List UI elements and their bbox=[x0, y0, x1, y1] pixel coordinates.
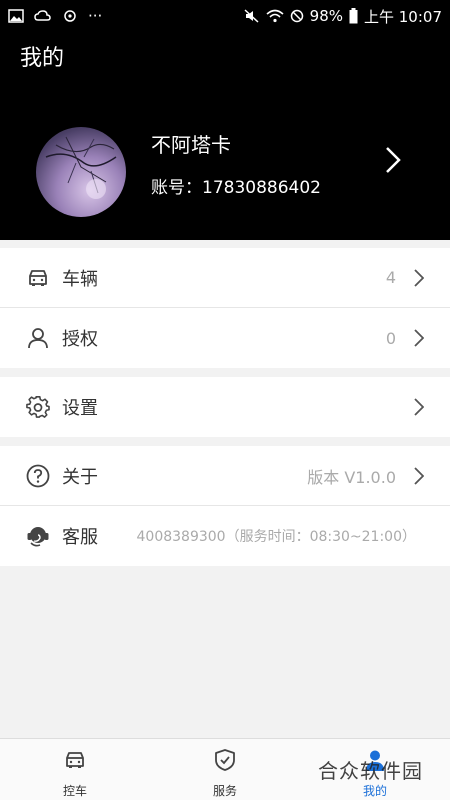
menu-item-settings[interactable]: 设置 bbox=[0, 377, 450, 437]
gear-icon bbox=[26, 395, 50, 419]
section-settings: 设置 bbox=[0, 377, 450, 437]
menu-item-about[interactable]: 关于 版本 V1.0.0 bbox=[0, 446, 450, 506]
car-icon bbox=[26, 266, 50, 290]
vehicle-count: 4 bbox=[385, 268, 396, 287]
status-more-dots: ··· bbox=[88, 7, 103, 25]
service-hotline: 4008389300（服务时间：08:30~21:00） bbox=[136, 529, 417, 545]
menu-item-label: 关于 bbox=[62, 466, 98, 488]
battery-percent: 98% bbox=[309, 7, 343, 25]
section-info: 关于 版本 V1.0.0 客服 4008389300（服务时间：08:30~21… bbox=[0, 446, 450, 566]
watermark: 合众软件园 bbox=[318, 759, 423, 783]
no-signal-icon bbox=[290, 9, 304, 23]
tab-label: 服务 bbox=[212, 784, 237, 798]
headset-icon bbox=[26, 524, 50, 548]
battery-icon bbox=[349, 8, 358, 24]
user-name: 不阿塔卡 bbox=[151, 133, 231, 157]
status-right: 98% 上午 10:07 bbox=[244, 6, 442, 27]
avatar[interactable] bbox=[36, 127, 126, 217]
status-bar: ··· 98% 上午 10:07 bbox=[0, 0, 450, 32]
status-left: ··· bbox=[8, 7, 102, 25]
car-icon bbox=[63, 748, 87, 772]
chevron-right-icon[interactable] bbox=[385, 146, 401, 178]
clock: 上午 10:07 bbox=[364, 7, 442, 26]
chevron-right-icon bbox=[414, 398, 425, 420]
mute-icon bbox=[244, 9, 260, 23]
app-version: 版本 V1.0.0 bbox=[307, 467, 396, 487]
app-notification-icon bbox=[62, 9, 78, 23]
menu-item-label: 授权 bbox=[62, 329, 98, 350]
user-icon bbox=[26, 326, 50, 350]
menu-item-vehicles[interactable]: 车辆 4 bbox=[0, 248, 450, 308]
menu-item-customer-service[interactable]: 客服 4008389300（服务时间：08:30~21:00） bbox=[0, 506, 450, 566]
tab-services[interactable]: 服务 bbox=[150, 739, 300, 800]
weather-icon bbox=[34, 9, 52, 23]
menu-item-label: 设置 bbox=[62, 398, 98, 419]
menu-item-label: 车辆 bbox=[62, 268, 98, 290]
gallery-icon bbox=[8, 9, 24, 23]
chevron-right-icon bbox=[414, 269, 425, 291]
tab-label: 控车 bbox=[62, 784, 87, 798]
page-title: 我的 bbox=[20, 46, 65, 71]
wifi-icon bbox=[266, 9, 284, 23]
menu-item-authorization[interactable]: 授权 0 bbox=[0, 308, 450, 368]
chevron-right-icon bbox=[414, 467, 425, 489]
profile-header[interactable]: 我的 不阿塔卡 账号：17830886402 bbox=[0, 32, 450, 240]
authorization-count: 0 bbox=[385, 328, 396, 348]
menu-item-label: 客服 bbox=[62, 527, 98, 548]
question-icon bbox=[26, 464, 50, 488]
tab-label: 我的 bbox=[362, 784, 387, 798]
section-account-items: 车辆 4 授权 0 bbox=[0, 248, 450, 368]
user-account: 账号：17830886402 bbox=[151, 178, 321, 198]
shield-check-icon bbox=[213, 748, 237, 772]
avatar-branches-art bbox=[45, 136, 117, 199]
tab-vehicle-control[interactable]: 控车 bbox=[0, 739, 150, 800]
chevron-right-icon bbox=[414, 329, 425, 351]
